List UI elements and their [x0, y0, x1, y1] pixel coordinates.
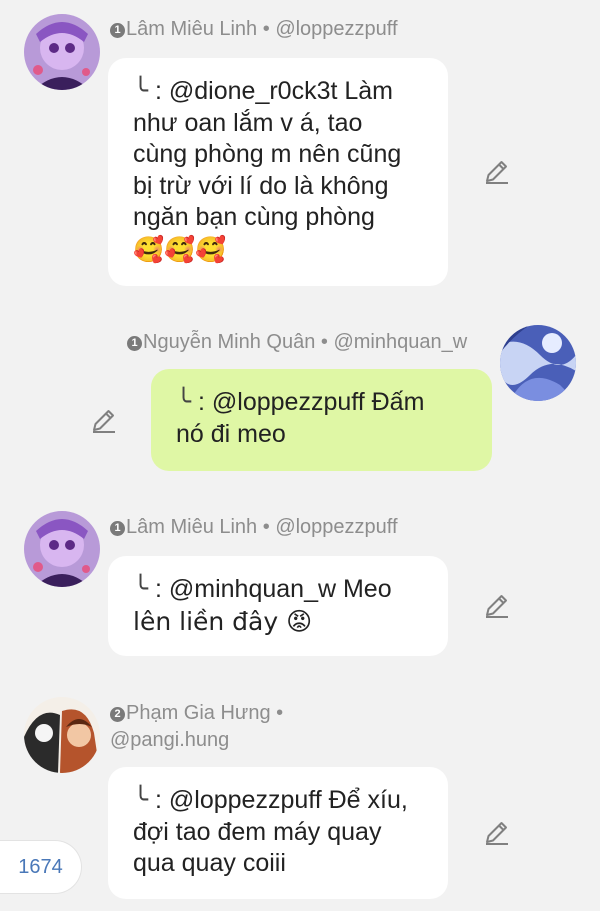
author-name[interactable]: Lâm Miêu Linh — [126, 516, 257, 538]
avatar[interactable] — [24, 511, 100, 587]
message-line: lên liền đây 😡 — [133, 606, 313, 636]
author-handle[interactable]: @loppezzpuff — [275, 18, 397, 40]
avatar[interactable] — [500, 325, 576, 401]
author-name[interactable]: Nguyễn Minh Quân — [143, 331, 315, 353]
reply-icon: ╰ — [133, 786, 149, 814]
message-bubble[interactable]: ╰: @dione_r0ck3t Làm như oan lắm v á, ta… — [108, 58, 448, 286]
reply-icon: ╰ — [176, 388, 192, 416]
message-line: qua quay coiii — [133, 849, 286, 877]
rank-badge-icon: 1 — [110, 521, 125, 536]
message-line: bị trừ với lí do là không — [133, 171, 389, 200]
message-line: cùng phòng m nên cũng — [133, 140, 402, 168]
message-bubble[interactable]: ╰: @minhquan_w Meo lên liền đây 😡 — [108, 556, 448, 656]
avatar[interactable] — [24, 697, 100, 773]
pencil-icon[interactable] — [483, 591, 511, 619]
message-line: đợi tao đem máy quay — [133, 817, 382, 846]
message-line: ╰: @dione_r0ck3t Làm — [133, 76, 426, 108]
message-line: nó đi meo — [176, 419, 286, 448]
pencil-icon[interactable] — [90, 406, 118, 434]
emoji-line: 🥰🥰🥰 — [133, 234, 227, 264]
message-line: ╰: @loppezzpuff Đấm — [176, 387, 470, 419]
rank-badge-icon: 2 — [110, 707, 125, 722]
rank-badge-icon: 1 — [110, 23, 125, 38]
message-line: ╰: @minhquan_w Meo — [133, 574, 426, 606]
reply-icon: ╰ — [133, 77, 149, 105]
message-line: như oan lắm v á, tao — [133, 108, 363, 137]
message-header: 2 Phạm Gia Hưng • — [110, 700, 283, 726]
author-name[interactable]: Lâm Miêu Linh — [126, 18, 257, 40]
message-header: 1 Lâm Miêu Linh • @loppezzpuff — [110, 16, 398, 42]
message-header-handle: @pangi.hung — [110, 727, 229, 753]
reply-icon: ╰ — [133, 575, 149, 603]
author-name[interactable]: Phạm Gia Hưng — [126, 702, 271, 724]
author-handle[interactable]: @minhquan_w — [333, 331, 467, 353]
pencil-icon[interactable] — [483, 818, 511, 846]
message-header: 1 Nguyễn Minh Quân • @minhquan_w — [127, 329, 467, 355]
pencil-icon[interactable] — [483, 157, 511, 185]
reply-count-badge[interactable]: 1674 — [0, 840, 82, 894]
message-line: ╰: @loppezzpuff Để xíu, — [133, 785, 426, 817]
author-handle[interactable]: @loppezzpuff — [275, 516, 397, 538]
message-header: 1 Lâm Miêu Linh • @loppezzpuff — [110, 514, 398, 540]
message-line: ngăn bạn cùng phòng — [133, 203, 375, 231]
message-bubble[interactable]: ╰: @loppezzpuff Đấm nó đi meo — [151, 369, 492, 471]
avatar[interactable] — [24, 14, 100, 90]
rank-badge-icon: 1 — [127, 336, 142, 351]
message-bubble[interactable]: ╰: @loppezzpuff Để xíu, đợi tao đem máy … — [108, 767, 448, 899]
author-handle[interactable]: @pangi.hung — [110, 729, 229, 751]
